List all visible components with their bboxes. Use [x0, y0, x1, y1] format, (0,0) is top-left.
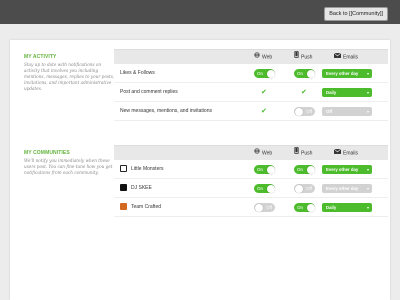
web-toggle[interactable]: Off [254, 203, 275, 212]
communities-description: We'll notify you immediately when these … [24, 158, 113, 175]
communities-table-header: Web Push Emails [114, 145, 388, 160]
community-label: DJ SKEE [131, 185, 152, 191]
web-toggle[interactable]: On [254, 165, 275, 174]
web-column-label: Web [262, 150, 273, 157]
email-frequency-select[interactable]: Daily ▾ [322, 88, 372, 97]
activity-title: MY ACTIVITY [24, 54, 57, 60]
email-frequency-select[interactable]: Every other day ▾ [322, 184, 372, 193]
community-row-team-crafted: Team Crafted Off On Daily ▾ [114, 198, 388, 217]
web-check-icon: ✔ [261, 108, 267, 115]
emails-column-label: Emails [343, 150, 359, 157]
web-toggle[interactable]: On [254, 184, 275, 193]
caret-down-icon: ▾ [366, 90, 369, 95]
community-row-dj-skee: DJ SKEE On Off Every other day ▾ [114, 179, 388, 198]
web-column-header: Web [254, 146, 272, 160]
caret-down-icon: ▾ [366, 71, 369, 76]
communities-title: MY COMMUNITIES [24, 150, 70, 156]
push-toggle[interactable]: On [294, 165, 315, 174]
activity-description: Stay up to date with notifications on ac… [24, 62, 115, 91]
community-name: DJ SKEE [120, 179, 152, 197]
row-label: New messages, mentions, and invitations [120, 108, 212, 114]
globe-icon [254, 50, 260, 64]
community-label: Little Monsters [131, 166, 164, 172]
web-toggle[interactable]: On [254, 69, 275, 78]
email-frequency-select[interactable]: Every other day ▾ [322, 165, 372, 174]
community-row-little-monsters: Little Monsters On On Every other day ▾ [114, 160, 388, 179]
phone-icon [294, 146, 299, 160]
push-toggle[interactable]: On [294, 203, 315, 212]
email-frequency-select[interactable]: Daily ▾ [322, 203, 372, 212]
push-toggle[interactable]: Off [294, 184, 315, 193]
push-check-icon: ✔ [301, 89, 307, 96]
activity-table-header: Web Push Emails [114, 49, 388, 64]
envelope-icon [333, 146, 342, 160]
emails-column-label: Emails [343, 54, 359, 61]
dj-skee-avatar [120, 184, 127, 192]
top-bar: Back to [[Community]] [0, 0, 400, 24]
push-column-header: Push [294, 146, 312, 160]
web-column-label: Web [262, 54, 273, 61]
community-label: Team Crafted [131, 204, 162, 210]
web-check-icon: ✔ [261, 89, 267, 96]
push-column-label: Push [301, 150, 313, 157]
communities-table: Web Push Emails Little Monsters On On Ev… [114, 145, 388, 217]
back-to-community-button[interactable]: Back to [[Community]] [324, 7, 388, 21]
activity-row-messages-mentions-invitations: New messages, mentions, and invitations … [114, 102, 388, 121]
caret-down-icon: ▾ [366, 186, 369, 191]
activity-table: Web Push Emails Likes & Follows On On Ev… [114, 49, 388, 121]
globe-icon [254, 146, 260, 160]
email-frequency-select[interactable]: Off ▾ [322, 107, 372, 116]
little-monsters-avatar [120, 165, 127, 173]
activity-row-post-comment-replies: Post and comment replies ✔ ✔ Daily ▾ [114, 83, 388, 102]
push-column-label: Push [301, 54, 313, 61]
community-name: Team Crafted [120, 198, 161, 216]
push-toggle[interactable]: Off [294, 107, 315, 116]
envelope-icon [333, 50, 342, 64]
caret-down-icon: ▾ [366, 109, 369, 114]
email-frequency-select[interactable]: Every other day ▾ [322, 69, 372, 78]
row-label: Likes & Follows [120, 70, 155, 76]
phone-icon [294, 50, 299, 64]
settings-card: MY ACTIVITY Stay up to date with notific… [10, 40, 390, 300]
emails-column-header: Emails [333, 146, 359, 160]
emails-column-header: Emails [333, 50, 359, 64]
caret-down-icon: ▾ [366, 167, 369, 172]
caret-down-icon: ▾ [366, 205, 369, 210]
push-column-header: Push [294, 50, 312, 64]
row-label: Post and comment replies [120, 89, 178, 95]
push-toggle[interactable]: On [294, 69, 315, 78]
web-column-header: Web [254, 50, 272, 64]
team-crafted-avatar [120, 203, 127, 211]
community-name: Little Monsters [120, 160, 164, 178]
activity-row-likes-follows: Likes & Follows On On Every other day ▾ [114, 64, 388, 83]
